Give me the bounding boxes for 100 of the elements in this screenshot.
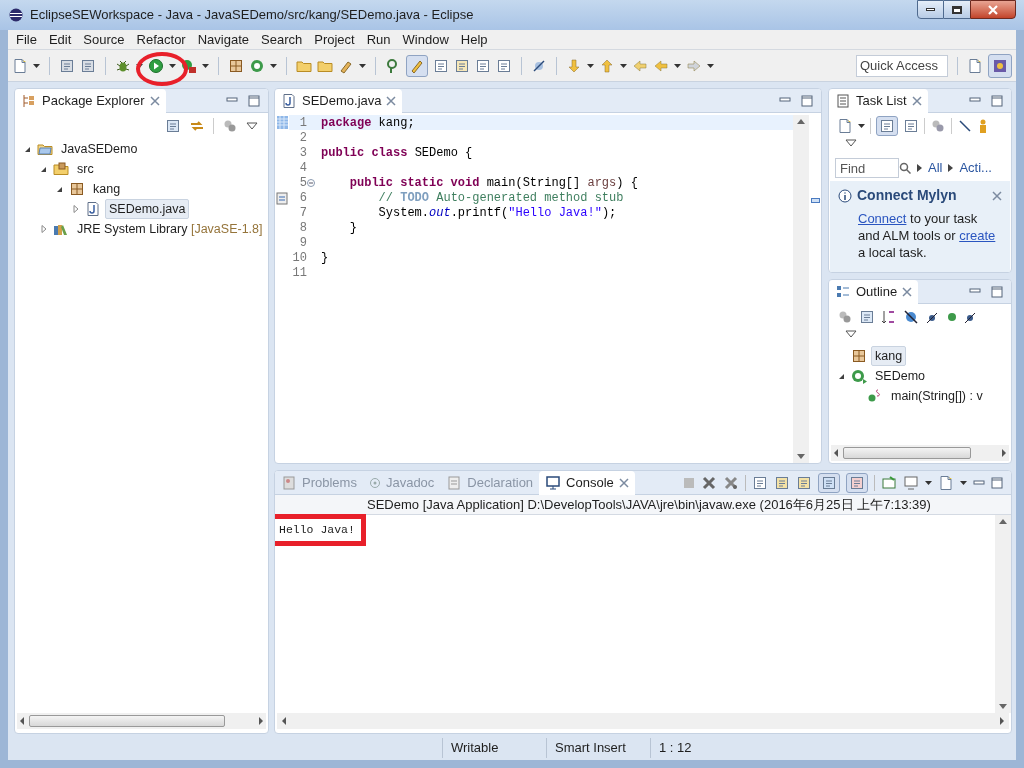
scroll-right-icon[interactable] [1001,449,1007,457]
collapse-all-icon[interactable] [165,118,181,134]
class-icon[interactable] [249,57,265,74]
maximize-icon[interactable] [991,476,1003,489]
scroll-down-icon[interactable] [797,454,805,459]
menu-item[interactable]: Source [77,29,131,50]
link[interactable]: Connect [858,211,907,226]
tree-item[interactable]: JRE System Library [JavaSE-1.8] [73,219,267,239]
caret-icon[interactable] [858,124,865,128]
caret-icon[interactable] [270,63,277,68]
scroll-left-icon[interactable] [19,717,25,725]
scroll-down-icon[interactable] [999,704,1007,709]
fold-icon[interactable] [307,178,315,187]
view-tab[interactable]: Console [539,471,635,495]
menu-item[interactable]: Navigate [191,29,255,50]
maximize-button[interactable] [944,0,970,19]
minimize-icon[interactable] [973,477,985,488]
run-tool-icon[interactable] [181,57,197,74]
slashed-icon[interactable] [531,57,547,74]
menu-item[interactable]: Refactor [130,29,192,50]
close-icon[interactable] [149,95,160,106]
collapse-all-icon[interactable] [859,309,875,325]
scroll-lock-icon[interactable] [774,474,790,491]
tree-item[interactable]: main(String[]) : v [887,386,987,406]
remove-all-icon[interactable] [723,474,739,491]
filter-icon[interactable] [222,118,238,134]
caret-icon[interactable] [925,480,932,485]
scroll-up-icon[interactable] [797,119,805,124]
minimize-button[interactable] [917,0,944,19]
view-menu-icon[interactable] [845,139,857,147]
view-tab[interactable]: SEDemo.java [275,89,403,113]
new-console-icon[interactable] [938,474,954,491]
menu-item[interactable]: Project [308,29,361,50]
close-icon[interactable] [618,477,629,488]
tree-item[interactable]: src [73,159,98,179]
menu-item[interactable]: Help [454,29,494,50]
filter-icon[interactable] [930,118,946,134]
minimize-icon[interactable] [226,94,238,105]
scheduled-icon[interactable] [903,118,919,134]
tree-item[interactable]: kang [871,346,907,366]
scroll-left-icon[interactable] [281,717,287,725]
collapsed-icon[interactable] [71,204,81,214]
scroll-left-icon[interactable] [833,449,839,457]
caret-icon[interactable] [202,63,209,68]
maximize-icon[interactable] [991,285,1003,298]
collapsed-icon[interactable] [39,224,49,234]
horizontal-scrollbar[interactable] [17,713,266,729]
caret-icon[interactable] [674,63,681,68]
view-tab[interactable]: Task List [829,89,928,113]
document-icon[interactable] [433,57,449,74]
hide-fields-icon[interactable] [903,309,919,325]
caret-icon[interactable] [33,63,40,68]
filter-link[interactable]: All [928,158,943,178]
view-menu-icon[interactable] [246,122,258,130]
maximize-icon[interactable] [991,94,1003,107]
up-arrow-icon[interactable] [599,57,615,74]
minimize-icon[interactable] [969,94,981,105]
view-tab[interactable]: Package Explorer [15,89,166,113]
scroll-thumb[interactable] [843,447,971,459]
minimize-icon[interactable] [779,94,791,105]
caret-icon[interactable] [707,63,714,68]
new-file-icon[interactable] [12,57,28,74]
paragraph-icon[interactable] [496,57,512,74]
run-icon[interactable] [148,57,164,74]
caret-icon[interactable] [587,63,594,68]
word-wrap-icon[interactable] [796,474,812,491]
filter-link[interactable]: Acti... [959,158,992,178]
view-tab[interactable]: Outline [829,280,919,304]
horizontal-scrollbar[interactable] [831,445,1009,461]
close-icon[interactable] [992,190,1002,201]
filter-icon[interactable] [837,309,853,325]
menu-item[interactable]: Search [255,29,309,50]
close-icon[interactable] [902,286,913,297]
down-arrow-icon[interactable] [566,57,582,74]
tree-item[interactable]: JavaSEDemo [57,139,142,159]
new-task-icon[interactable] [837,118,853,134]
vertical-scrollbar[interactable] [995,515,1011,713]
slashed-icon[interactable] [957,118,973,134]
menu-item[interactable]: Run [360,29,397,50]
maximize-icon[interactable] [801,94,813,107]
page-icon[interactable] [475,57,491,74]
caret-icon[interactable] [960,480,967,485]
save-icon[interactable] [59,57,75,74]
close-icon[interactable] [911,95,922,106]
menu-item[interactable]: Edit [42,29,78,50]
perspective-button[interactable] [988,53,1012,78]
open-perspective-icon[interactable] [967,57,983,74]
pin-icon[interactable] [881,474,897,491]
scroll-thumb[interactable] [29,715,225,727]
remove-icon[interactable] [701,474,717,491]
find-field[interactable]: Find [835,158,899,178]
package-icon[interactable] [228,57,244,74]
clear-console-icon[interactable] [752,474,768,491]
caret-icon[interactable] [359,63,366,68]
tree-item[interactable]: SEDemo [871,366,930,386]
horizontal-scrollbar[interactable] [277,713,1009,729]
monitor-icon[interactable] [903,474,919,491]
scroll-right-icon[interactable] [999,717,1005,725]
caret-icon[interactable] [620,63,627,68]
quick-access-field[interactable]: Quick Access [856,54,948,77]
